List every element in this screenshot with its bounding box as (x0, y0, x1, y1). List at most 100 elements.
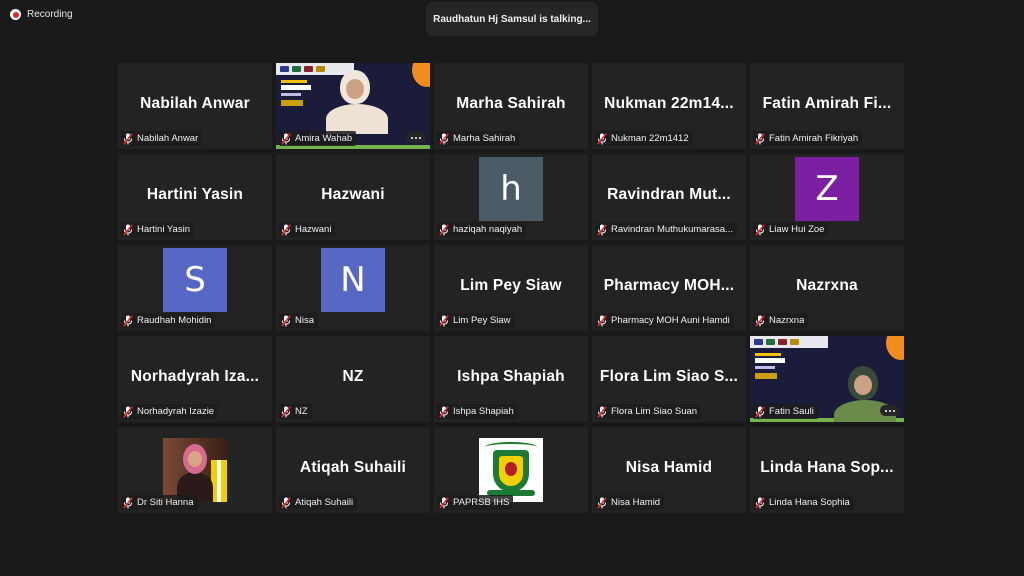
participant-name-label: Nisa Hamid (595, 495, 665, 510)
participant-display-name: Flora Lim Siao S... (599, 368, 739, 385)
mic-muted-icon (439, 496, 449, 509)
recording-label: Recording (27, 9, 73, 20)
participant-display-name: Pharmacy MOH... (603, 277, 735, 294)
participant-tile[interactable]: Nukman 22m14... Nukman 22m1412 (592, 63, 746, 149)
mic-muted-icon (281, 405, 291, 418)
participant-photo (163, 438, 227, 502)
participant-name-text: Hazwani (295, 224, 332, 235)
participant-tile[interactable]: PAPRSB IHS (434, 427, 588, 513)
participant-tile[interactable]: S Raudhah Mohidin (118, 245, 272, 331)
participant-display-name: Nabilah Anwar (140, 95, 250, 112)
participant-tile[interactable]: Pharmacy MOH... Pharmacy MOH Auni Hamdi (592, 245, 746, 331)
participant-name-label: Hazwani (279, 222, 336, 237)
participant-tile[interactable]: Marha Sahirah Marha Sahirah (434, 63, 588, 149)
participant-name-text: Nazrxna (769, 315, 805, 326)
participant-display-name: Nazrxna (796, 277, 858, 294)
participant-name-text: Flora Lim Siao Suan (611, 406, 698, 417)
participant-name-text: Nisa Hamid (611, 497, 661, 508)
participant-name-label: Linda Hana Sophia (753, 495, 854, 510)
participant-name-text: Lim Pey Siaw (453, 315, 511, 326)
participant-name-label: Nukman 22m1412 (595, 131, 693, 146)
participant-display-name: Ishpa Shapiah (457, 368, 565, 385)
mic-muted-icon (597, 132, 607, 145)
participant-tile[interactable]: Nisa Hamid Nisa Hamid (592, 427, 746, 513)
participant-display-name: Hartini Yasin (146, 186, 244, 203)
institute-logo (479, 438, 543, 502)
participant-display-name: Nukman 22m14... (604, 95, 734, 112)
mic-muted-icon (281, 496, 291, 509)
mic-muted-icon (597, 496, 607, 509)
participant-avatar: h (479, 157, 543, 221)
participant-gallery: Nabilah Anwar Nabilah Anwar Amira Wahab Mar… (118, 63, 904, 513)
participant-name-label: Fatin Sauli (753, 404, 818, 419)
participant-name-label: Ravindran Muthukumarasa... (595, 222, 737, 237)
participant-tile[interactable]: Flora Lim Siao S... Flora Lim Siao Suan (592, 336, 746, 422)
participant-tile[interactable]: Nazrxna Nazrxna (750, 245, 904, 331)
participant-name-text: Liaw Hui Zoe (769, 224, 825, 235)
mic-muted-icon (755, 223, 765, 236)
participant-name-text: Fatin Sauli (769, 406, 814, 417)
participant-name-label: Flora Lim Siao Suan (595, 404, 702, 419)
participant-avatar: Z (795, 157, 859, 221)
participant-tile[interactable]: Z Liaw Hui Zoe (750, 154, 904, 240)
participant-avatar: S (163, 248, 227, 312)
participant-tile[interactable]: Dr Siti Hanna (118, 427, 272, 513)
participant-tile[interactable]: Lim Pey Siaw Lim Pey Siaw (434, 245, 588, 331)
participant-name-label: Nabilah Anwar (121, 131, 203, 146)
active-speaker-text: Raudhatun Hj Samsul is talking... (433, 13, 591, 25)
participant-tile[interactable]: Fatin Amirah Fi... Fatin Amirah Fikriyah (750, 63, 904, 149)
participant-tile[interactable]: Hazwani Hazwani (276, 154, 430, 240)
participant-name-text: Atiqah Suhaili (295, 497, 354, 508)
mic-muted-icon (597, 223, 607, 236)
participant-name-label: Raudhah Mohidin (121, 313, 216, 328)
participant-tile[interactable]: Ravindran Mut... Ravindran Muthukumarasa.… (592, 154, 746, 240)
participant-name-text: Nisa (295, 315, 315, 326)
participant-tile[interactable]: Linda Hana Sop... Linda Hana Sophia (750, 427, 904, 513)
participant-name-label: Atiqah Suhaili (279, 495, 358, 510)
mic-muted-icon (439, 132, 449, 145)
participant-name-text: Fatin Amirah Fikriyah (769, 133, 859, 144)
mic-muted-icon (597, 314, 607, 327)
participant-tile[interactable]: NZ NZ (276, 336, 430, 422)
participant-name-text: Nabilah Anwar (137, 133, 199, 144)
participant-display-name: Atiqah Suhaili (299, 459, 407, 476)
mic-muted-icon (123, 405, 133, 418)
active-speaker-banner: Raudhatun Hj Samsul is talking... (426, 2, 598, 36)
participant-name-label: Hartini Yasin (121, 222, 194, 237)
mic-muted-icon (439, 223, 449, 236)
participant-name-label: PAPRSB IHS (437, 495, 514, 510)
participant-tile[interactable]: Nabilah Anwar Nabilah Anwar (118, 63, 272, 149)
participant-name-text: Ishpa Shapiah (453, 406, 514, 417)
participant-name-label: Nazrxna (753, 313, 809, 328)
participant-tile[interactable]: Hartini Yasin Hartini Yasin (118, 154, 272, 240)
mic-muted-icon (755, 132, 765, 145)
participant-display-name: Nisa Hamid (625, 459, 713, 476)
participant-name-label: Ishpa Shapiah (437, 404, 518, 419)
more-options-icon[interactable] (406, 132, 426, 143)
participant-tile[interactable]: Norhadyrah Iza... Norhadyrah Izazie (118, 336, 272, 422)
participant-name-text: NZ (295, 406, 308, 417)
participant-name-text: Pharmacy MOH Auni Hamdi (611, 315, 730, 326)
mic-muted-icon (597, 405, 607, 418)
mic-muted-icon (123, 223, 133, 236)
participant-display-name: Ravindran Mut... (607, 186, 731, 203)
participant-name-label: Liaw Hui Zoe (753, 222, 829, 237)
participant-name-label: Amira Wahab (279, 131, 357, 146)
participant-tile[interactable]: Fatin Sauli (750, 336, 904, 422)
more-options-icon[interactable] (880, 405, 900, 416)
participant-name-label: Nisa (279, 313, 319, 328)
mic-muted-icon (755, 405, 765, 418)
participant-name-text: Amira Wahab (295, 133, 353, 144)
participant-tile[interactable]: Atiqah Suhaili Atiqah Suhaili (276, 427, 430, 513)
participant-tile[interactable]: N Nisa (276, 245, 430, 331)
participant-name-text: Marha Sahirah (453, 133, 516, 144)
participant-tile[interactable]: Ishpa Shapiah Ishpa Shapiah (434, 336, 588, 422)
participant-name-text: Raudhah Mohidin (137, 315, 212, 326)
participant-display-name: Fatin Amirah Fi... (762, 95, 892, 112)
participant-display-name: Lim Pey Siaw (460, 277, 562, 294)
participant-avatar: N (321, 248, 385, 312)
recording-indicator: Recording (10, 9, 73, 20)
participant-tile[interactable]: h haziqah naqiyah (434, 154, 588, 240)
mic-muted-icon (755, 496, 765, 509)
participant-tile[interactable]: Amira Wahab (276, 63, 430, 149)
